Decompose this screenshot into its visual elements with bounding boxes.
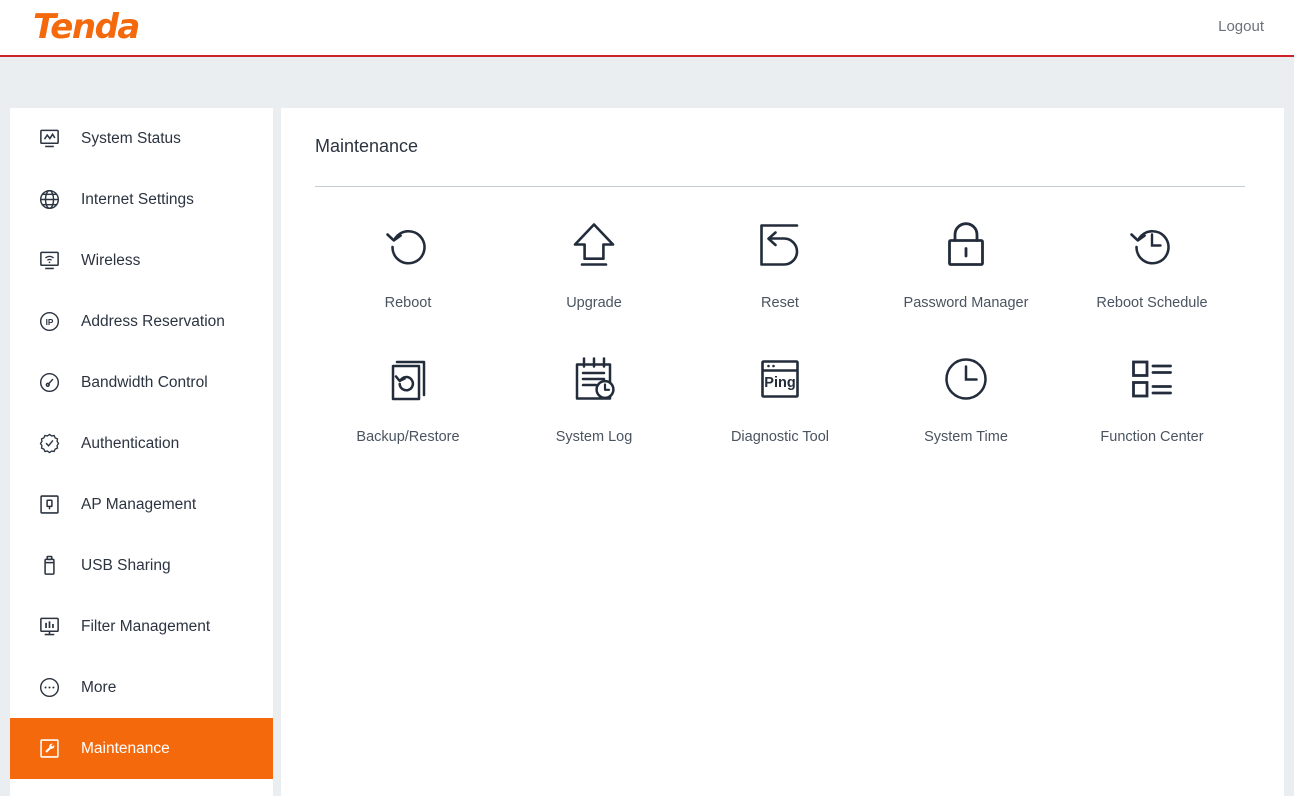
- sidebar-item-label: Address Reservation: [81, 312, 225, 330]
- tile-label: Diagnostic Tool: [730, 429, 830, 445]
- sidebar-item-label: More: [81, 678, 117, 696]
- filter-chart-icon: [36, 613, 63, 640]
- tile-diagnostic-tool[interactable]: Ping Diagnostic Tool: [687, 350, 873, 445]
- tile-label: Function Center: [1100, 429, 1204, 445]
- tile-label: Reboot: [384, 295, 432, 311]
- sidebar-item-usb-sharing[interactable]: USB Sharing: [10, 535, 273, 596]
- list-blocks-icon: [1123, 350, 1181, 408]
- tile-label: Backup/Restore: [356, 429, 460, 445]
- sidebar-item-label: Wireless: [81, 251, 141, 269]
- tile-upgrade[interactable]: Upgrade: [501, 216, 687, 311]
- clipboard-clock-icon: [565, 350, 623, 408]
- ping-window-icon: Ping: [751, 350, 809, 408]
- refresh-circle-icon: [379, 216, 437, 274]
- sidebar-item-label: Internet Settings: [81, 190, 194, 208]
- main-content-panel: Maintenance Reboot Upgrade Reset Passwor…: [281, 108, 1284, 796]
- sidebar-item-bandwidth-control[interactable]: Bandwidth Control: [10, 352, 273, 413]
- sidebar-item-filter-management[interactable]: Filter Management: [10, 596, 273, 657]
- sidebar-item-more[interactable]: More: [10, 657, 273, 718]
- sidebar-item-wireless[interactable]: Wireless: [10, 230, 273, 291]
- reset-back-arrow-icon: [751, 216, 809, 274]
- sidebar-item-label: Authentication: [81, 434, 180, 452]
- tile-function-center[interactable]: Function Center: [1059, 350, 1245, 445]
- badge-check-icon: [36, 430, 63, 457]
- padlock-icon: [937, 216, 995, 274]
- page-title: Maintenance: [315, 136, 419, 156]
- maintenance-tile-grid: Reboot Upgrade Reset Password Manager Re…: [315, 216, 1245, 445]
- sidebar-item-label: Filter Management: [81, 617, 211, 635]
- tile-reset[interactable]: Reset: [687, 216, 873, 311]
- ip-circle-icon: IP: [36, 308, 63, 335]
- tile-label: System Log: [555, 429, 633, 445]
- monitor-wifi-icon: [36, 247, 63, 274]
- sidebar-item-authentication[interactable]: Authentication: [10, 413, 273, 474]
- sidebar-item-system-status[interactable]: System Status: [10, 108, 273, 169]
- tile-reboot-schedule[interactable]: Reboot Schedule: [1059, 216, 1245, 311]
- svg-text:IP: IP: [46, 318, 54, 327]
- sidebar-item-maintenance[interactable]: Maintenance: [10, 718, 273, 779]
- tile-label: Password Manager: [903, 295, 1029, 311]
- tile-backup-restore[interactable]: Backup/Restore: [315, 350, 501, 445]
- tile-reboot[interactable]: Reboot: [315, 216, 501, 311]
- globe-icon: [36, 186, 63, 213]
- ping-window-icon-text: Ping: [764, 375, 795, 391]
- sidebar-item-label: Bandwidth Control: [81, 373, 208, 391]
- sidebar-item-label: System Status: [81, 129, 181, 147]
- title-divider: [315, 186, 1245, 187]
- wrench-square-icon: [36, 735, 63, 762]
- upload-arrow-icon: [565, 216, 623, 274]
- tile-label: System Time: [924, 429, 1008, 445]
- sidebar-item-internet-settings[interactable]: Internet Settings: [10, 169, 273, 230]
- sidebar-nav: System Status Internet Settings Wireless: [10, 108, 273, 796]
- sidebar-item-address-reservation[interactable]: IP Address Reservation: [10, 291, 273, 352]
- tile-system-log[interactable]: System Log: [501, 350, 687, 445]
- sidebar-item-label: Maintenance: [81, 739, 170, 757]
- sidebar-item-ap-management[interactable]: AP Management: [10, 474, 273, 535]
- access-point-icon: [36, 491, 63, 518]
- tile-label: Reboot Schedule: [1096, 295, 1208, 311]
- documents-restore-icon: [379, 350, 437, 408]
- sidebar-item-label: USB Sharing: [81, 556, 171, 574]
- tile-label: Reset: [761, 295, 799, 311]
- monitor-chart-icon: [36, 125, 63, 152]
- clock-refresh-icon: [1123, 216, 1181, 274]
- usb-drive-icon: [36, 552, 63, 579]
- tenda-logo: Tenda: [33, 7, 140, 47]
- tile-password-manager[interactable]: Password Manager: [873, 216, 1059, 311]
- gauge-icon: [36, 369, 63, 396]
- logout-button[interactable]: Logout: [1218, 18, 1264, 35]
- app-header: Tenda Logout: [0, 0, 1294, 57]
- tile-label: Upgrade: [566, 295, 622, 311]
- sidebar-item-label: AP Management: [81, 495, 197, 513]
- ellipsis-circle-icon: [36, 674, 63, 701]
- tile-system-time[interactable]: System Time: [873, 350, 1059, 445]
- clock-icon: [937, 350, 995, 408]
